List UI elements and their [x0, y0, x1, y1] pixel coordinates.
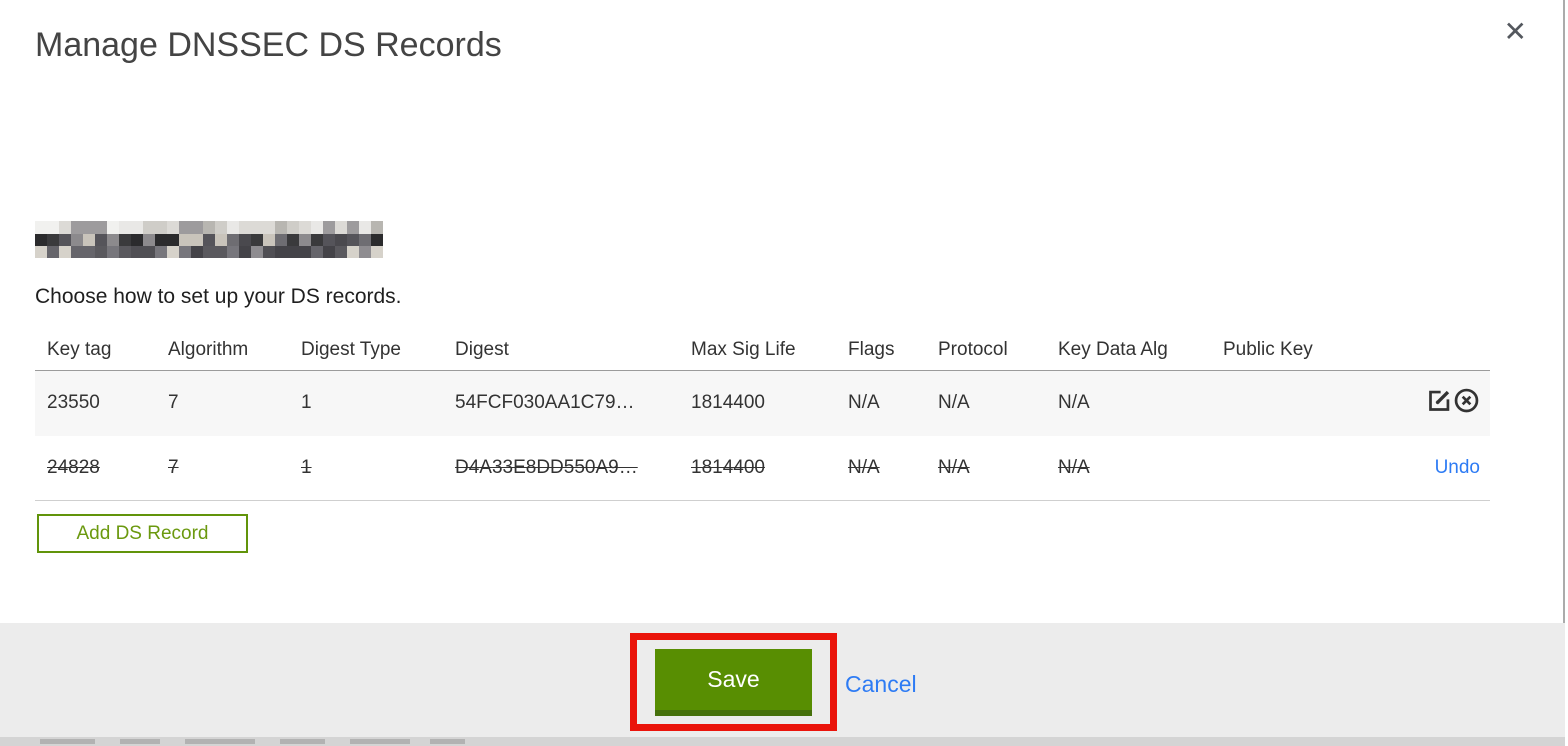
col-header-algorithm: Algorithm	[168, 338, 249, 360]
edit-record-icon[interactable]	[1426, 387, 1453, 420]
annotation-red-box: Save	[630, 633, 837, 731]
row-actions	[1321, 370, 1490, 436]
instruction-text: Choose how to set up your DS records.	[35, 285, 402, 308]
col-header-max-sig-life: Max Sig Life	[691, 338, 796, 360]
cancel-link[interactable]: Cancel	[845, 671, 917, 698]
cell-flags: N/A	[848, 392, 880, 414]
page-title: Manage DNSSEC DS Records	[35, 26, 502, 64]
cell-max-sig-life: 1814400	[691, 456, 765, 478]
cell-key-tag: 24828	[47, 456, 100, 478]
cell-digest: 54FCF030AA1C79…	[455, 392, 635, 414]
table-header-row: Key tag Algorithm Digest Type Digest Max…	[35, 330, 1490, 370]
col-header-key-tag: Key tag	[47, 338, 112, 360]
cell-protocol: N/A	[938, 456, 970, 478]
table-row-deleted: 24828 7 1 D4A33E8DD550A9… 1814400 N/A N/…	[35, 436, 1490, 500]
cell-key-data-alg: N/A	[1058, 392, 1090, 414]
col-header-digest: Digest	[455, 338, 509, 360]
add-ds-record-button[interactable]: Add DS Record	[37, 514, 248, 553]
close-icon[interactable]: ✕	[1504, 18, 1527, 46]
table-row: 23550 7 1 54FCF030AA1C79… 1814400 N/A N/…	[35, 370, 1490, 436]
cell-max-sig-life: 1814400	[691, 392, 765, 414]
dnssec-dialog: Manage DNSSEC DS Records ✕ Choose how to…	[0, 0, 1565, 746]
bottom-edge	[0, 737, 1565, 746]
cell-key-data-alg: N/A	[1058, 456, 1090, 478]
col-header-actions	[1321, 330, 1490, 370]
col-header-public-key: Public Key	[1223, 338, 1313, 360]
dialog-footer: Save Cancel	[0, 623, 1565, 738]
col-header-protocol: Protocol	[938, 338, 1008, 360]
delete-record-icon[interactable]	[1453, 387, 1480, 420]
cell-algorithm: 7	[168, 392, 179, 414]
cell-digest: D4A33E8DD550A9…	[455, 456, 638, 478]
cell-flags: N/A	[848, 456, 880, 478]
undo-link[interactable]: Undo	[1435, 457, 1480, 478]
cell-algorithm: 7	[168, 456, 179, 478]
col-header-digest-type: Digest Type	[301, 338, 401, 360]
col-header-flags: Flags	[848, 338, 895, 360]
ds-records-table: Key tag Algorithm Digest Type Digest Max…	[35, 330, 1490, 501]
cell-protocol: N/A	[938, 392, 970, 414]
save-button[interactable]: Save	[655, 648, 812, 716]
cell-digest-type: 1	[301, 392, 312, 414]
row-actions: Undo	[1321, 436, 1490, 500]
col-header-key-data-alg: Key Data Alg	[1058, 338, 1168, 360]
cell-public-key	[1211, 436, 1321, 500]
cell-digest-type: 1	[301, 456, 312, 478]
cell-key-tag: 23550	[47, 392, 100, 414]
redacted-domain-name	[35, 221, 387, 258]
cell-public-key	[1211, 370, 1321, 436]
